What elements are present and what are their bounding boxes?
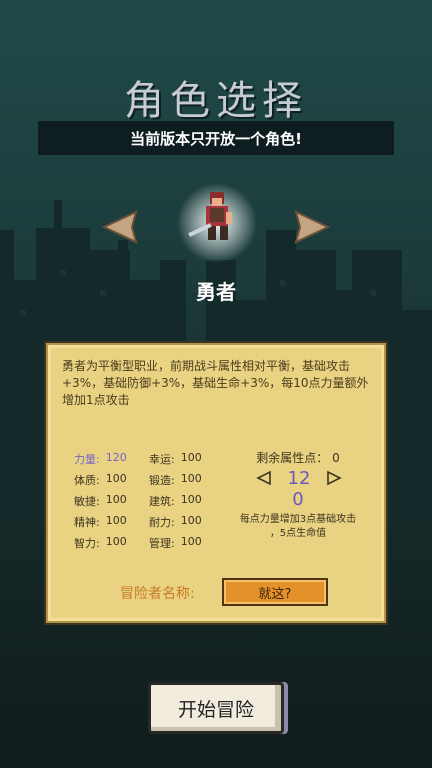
stats-row: 精神: 100 耐力: 100: [74, 511, 224, 532]
remaining-points-label: 剩余属性点： 0: [256, 451, 340, 465]
stat-label: 建筑:: [149, 494, 175, 508]
stat-label: 力量:: [74, 452, 100, 466]
stats-row: 体质: 100 锻造: 100: [74, 469, 224, 490]
stat-building: 建筑: 100: [149, 493, 224, 509]
stats-row: 智力: 100 管理: 100: [74, 532, 224, 553]
stats-grid: 力量: 120 幸运: 100 体质: 100 锻造: 100 敏捷: 100: [74, 448, 224, 553]
stats-row: 力量: 120 幸运: 100: [74, 448, 224, 469]
adventurer-name-button[interactable]: 就这?: [222, 578, 328, 606]
stat-value: 100: [105, 513, 127, 527]
allocated-points-value: 0: [292, 489, 304, 510]
character-description: 勇者为平衡型职业，前期战斗属性相对平衡，基础攻击+3%，基础防御+3%，基础生命…: [62, 359, 369, 407]
hint-line: 每点力量增加3点基础攻击: [239, 514, 357, 525]
character-info-panel: 勇者为平衡型职业，前期战斗属性相对平衡，基础攻击+3%，基础防御+3%，基础生命…: [46, 343, 386, 623]
stat-value: 100: [180, 513, 202, 527]
stat-label: 幸运:: [149, 452, 175, 466]
stat-constitution: 体质: 100: [74, 472, 149, 488]
stat-value: 100: [105, 471, 127, 485]
stats-row: 敏捷: 100 建筑: 100: [74, 490, 224, 511]
stat-intelligence: 智力: 100: [74, 535, 149, 551]
stat-value: 120: [105, 450, 127, 464]
attribute-hint: 每点力量增加3点基础攻击 ，5点生命值: [228, 513, 368, 541]
hint-line: ，5点生命值: [269, 528, 327, 539]
stat-label: 智力:: [74, 536, 100, 550]
stat-label: 敏捷:: [74, 494, 100, 508]
stepper-value: 12: [287, 467, 311, 489]
stat-label: 精神:: [74, 515, 100, 529]
stat-agility: 敏捷: 100: [74, 493, 149, 509]
next-character-arrow-icon[interactable]: [294, 210, 330, 244]
stat-label: 管理:: [149, 536, 175, 550]
adventurer-name-label: 冒险者名称:: [120, 586, 195, 602]
start-adventure-button[interactable]: 开始冒险: [148, 682, 284, 734]
stat-forging: 锻造: 100: [149, 472, 224, 488]
stat-value: 100: [105, 534, 127, 548]
stat-value: 100: [105, 492, 127, 506]
page-title: 角色选择: [124, 78, 308, 124]
previous-character-arrow-icon[interactable]: [102, 210, 138, 244]
stat-value: 100: [180, 534, 202, 548]
increase-arrow-icon[interactable]: [326, 470, 342, 486]
stat-value: 100: [180, 492, 202, 506]
stat-value: 100: [180, 471, 202, 485]
stat-label: 锻造:: [149, 473, 175, 487]
stat-spirit: 精神: 100: [74, 514, 149, 530]
stat-luck: 幸运: 100: [149, 451, 224, 467]
version-notice-banner: 当前版本只开放一个角色!: [38, 121, 394, 155]
stat-endurance: 耐力: 100: [149, 514, 224, 530]
stat-value: 100: [180, 450, 202, 464]
stat-label: 耐力:: [149, 515, 175, 529]
stat-strength: 力量: 120: [74, 451, 149, 467]
hero-name: 勇者: [196, 280, 236, 304]
decrease-arrow-icon[interactable]: [256, 470, 272, 486]
stat-label: 体质:: [74, 473, 100, 487]
stat-management: 管理: 100: [149, 535, 224, 551]
points-stepper: 12: [256, 467, 342, 489]
hero-character-sprite: [177, 183, 257, 263]
